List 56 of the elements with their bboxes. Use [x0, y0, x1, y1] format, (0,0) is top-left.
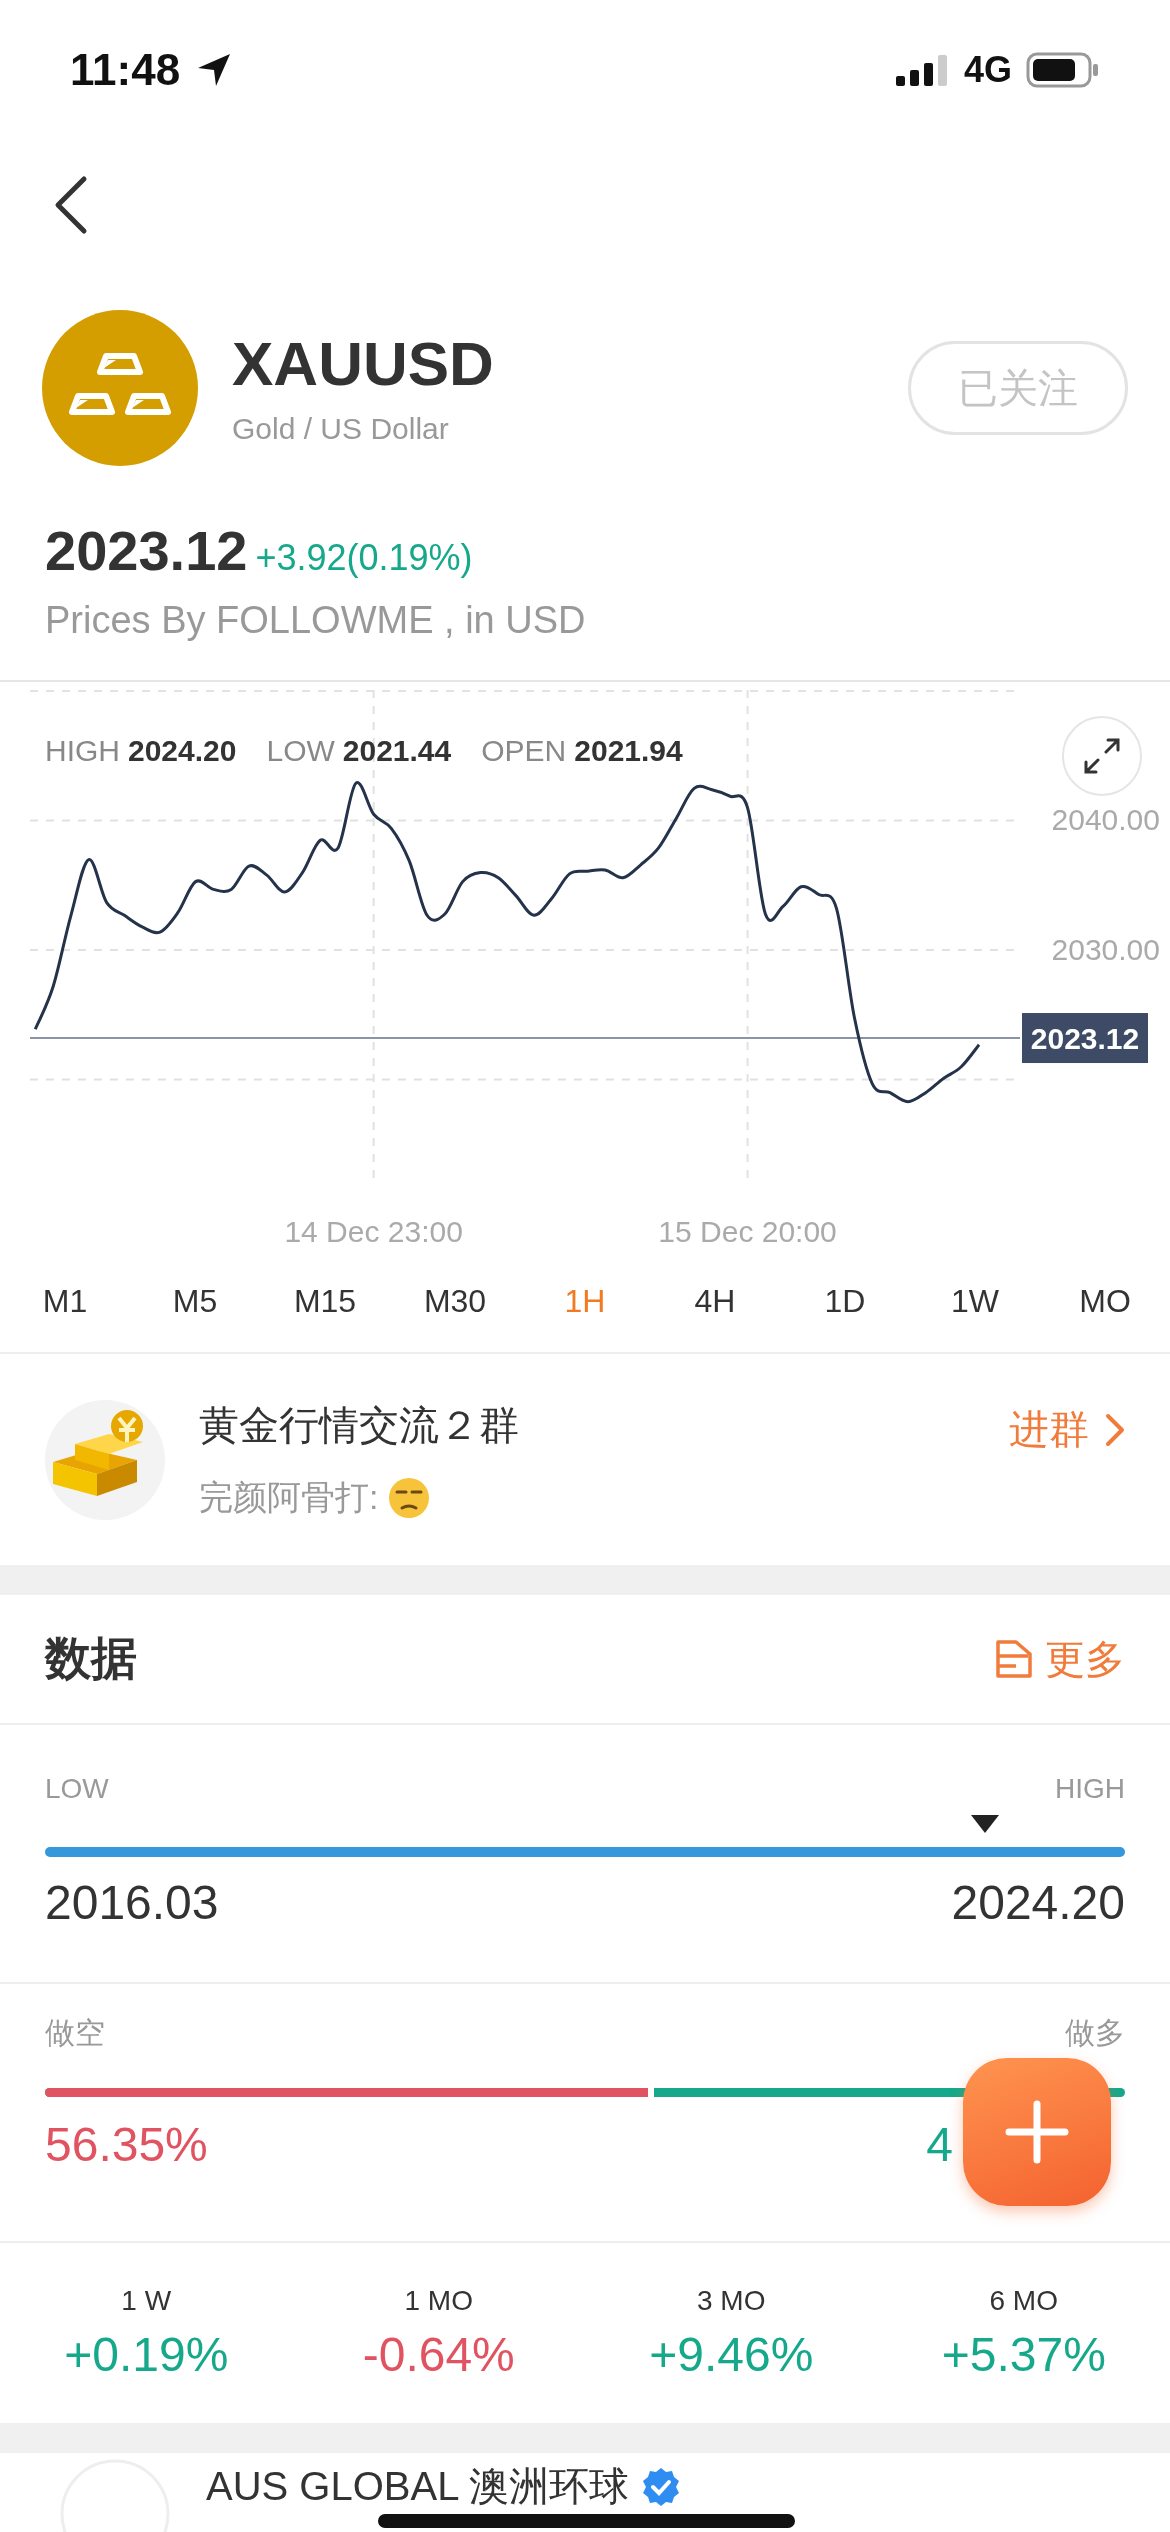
period-label: 6 MO	[989, 2284, 1058, 2317]
performance-change: +5.37%	[941, 2326, 1106, 2382]
symbol-title: XAUUSD	[232, 329, 494, 399]
signal-icon	[895, 54, 950, 86]
bullion-avatar-icon	[45, 1399, 165, 1520]
instrument-name: Gold / US Dollar	[232, 412, 450, 447]
timeframe-tab[interactable]: M30	[390, 1270, 520, 1352]
chevron-right-icon	[1105, 1412, 1125, 1447]
period-label: 3 MO	[697, 2284, 766, 2317]
broker-name: AUS GLOBAL 澳洲环球	[206, 2463, 630, 2510]
timeframe-tab[interactable]: 4H	[650, 1270, 780, 1352]
axis-label: 14 Dec 23:00	[284, 1215, 463, 1248]
long-label: 做多	[1065, 2018, 1125, 2048]
stat-label: LOW	[266, 734, 335, 767]
stat-value: 2021.44	[342, 734, 452, 767]
range-low-value: 2016.03	[45, 1875, 219, 1930]
battery-icon	[1026, 52, 1100, 88]
timeframe-tab[interactable]: 1D	[780, 1270, 910, 1352]
price-value: 2023.12	[45, 518, 248, 583]
price-change: +3.92(0.19%)	[255, 537, 473, 579]
stat-value: 2021.94	[574, 734, 683, 767]
short-label: 做空	[45, 2018, 105, 2048]
add-button[interactable]	[963, 2058, 1111, 2206]
timeframe-tab[interactable]: M1	[0, 1270, 130, 1352]
range-high-label: HIGH	[1055, 1773, 1125, 1805]
timeframe-tab[interactable]: M5	[130, 1270, 260, 1352]
performance-change: +9.46%	[649, 2326, 814, 2382]
expand-icon	[1082, 736, 1122, 776]
unamused-face-icon	[388, 1477, 431, 1519]
network-label: 4G	[963, 49, 1012, 91]
performance-change: +0.19%	[64, 2326, 229, 2382]
long-percentage: 4	[926, 2117, 953, 2172]
stat-label: HIGH	[45, 734, 120, 767]
axis-label: 2040.00	[1051, 803, 1160, 837]
price-source-note: Prices By FOLLOWME , in USD	[45, 599, 587, 642]
period-label: 1 MO	[404, 2284, 473, 2317]
axis-label: 2030.00	[1051, 932, 1160, 966]
performance-change: -0.64%	[362, 2326, 515, 2382]
range-low-label: LOW	[45, 1773, 109, 1805]
last-message-sender: 完颜阿骨打:	[199, 1477, 379, 1518]
range-high-value: 2024.20	[951, 1875, 1125, 1930]
timeframe-tab[interactable]: 1W	[910, 1270, 1040, 1352]
short-percentage: 56.35%	[45, 2117, 208, 2172]
group-title: 黄金行情交流２群	[199, 1402, 519, 1449]
clock-time: 11:48	[70, 45, 181, 95]
timeframe-tab[interactable]: M15	[260, 1270, 390, 1352]
ref-line-label: 2023.12	[1030, 1022, 1140, 1056]
stat-value: 2024.20	[128, 734, 237, 767]
period-label: 1 W	[121, 2284, 172, 2317]
list-icon	[995, 1639, 1033, 1679]
price-tag: 2023.12	[1022, 1013, 1148, 1064]
stat-label: OPEN	[481, 734, 567, 767]
timeframe-tab[interactable]: MO	[1040, 1270, 1170, 1352]
section-title: 数据	[45, 1631, 137, 1686]
axis-label: 15 Dec 20:00	[658, 1215, 837, 1248]
plus-icon	[1005, 2100, 1069, 2164]
